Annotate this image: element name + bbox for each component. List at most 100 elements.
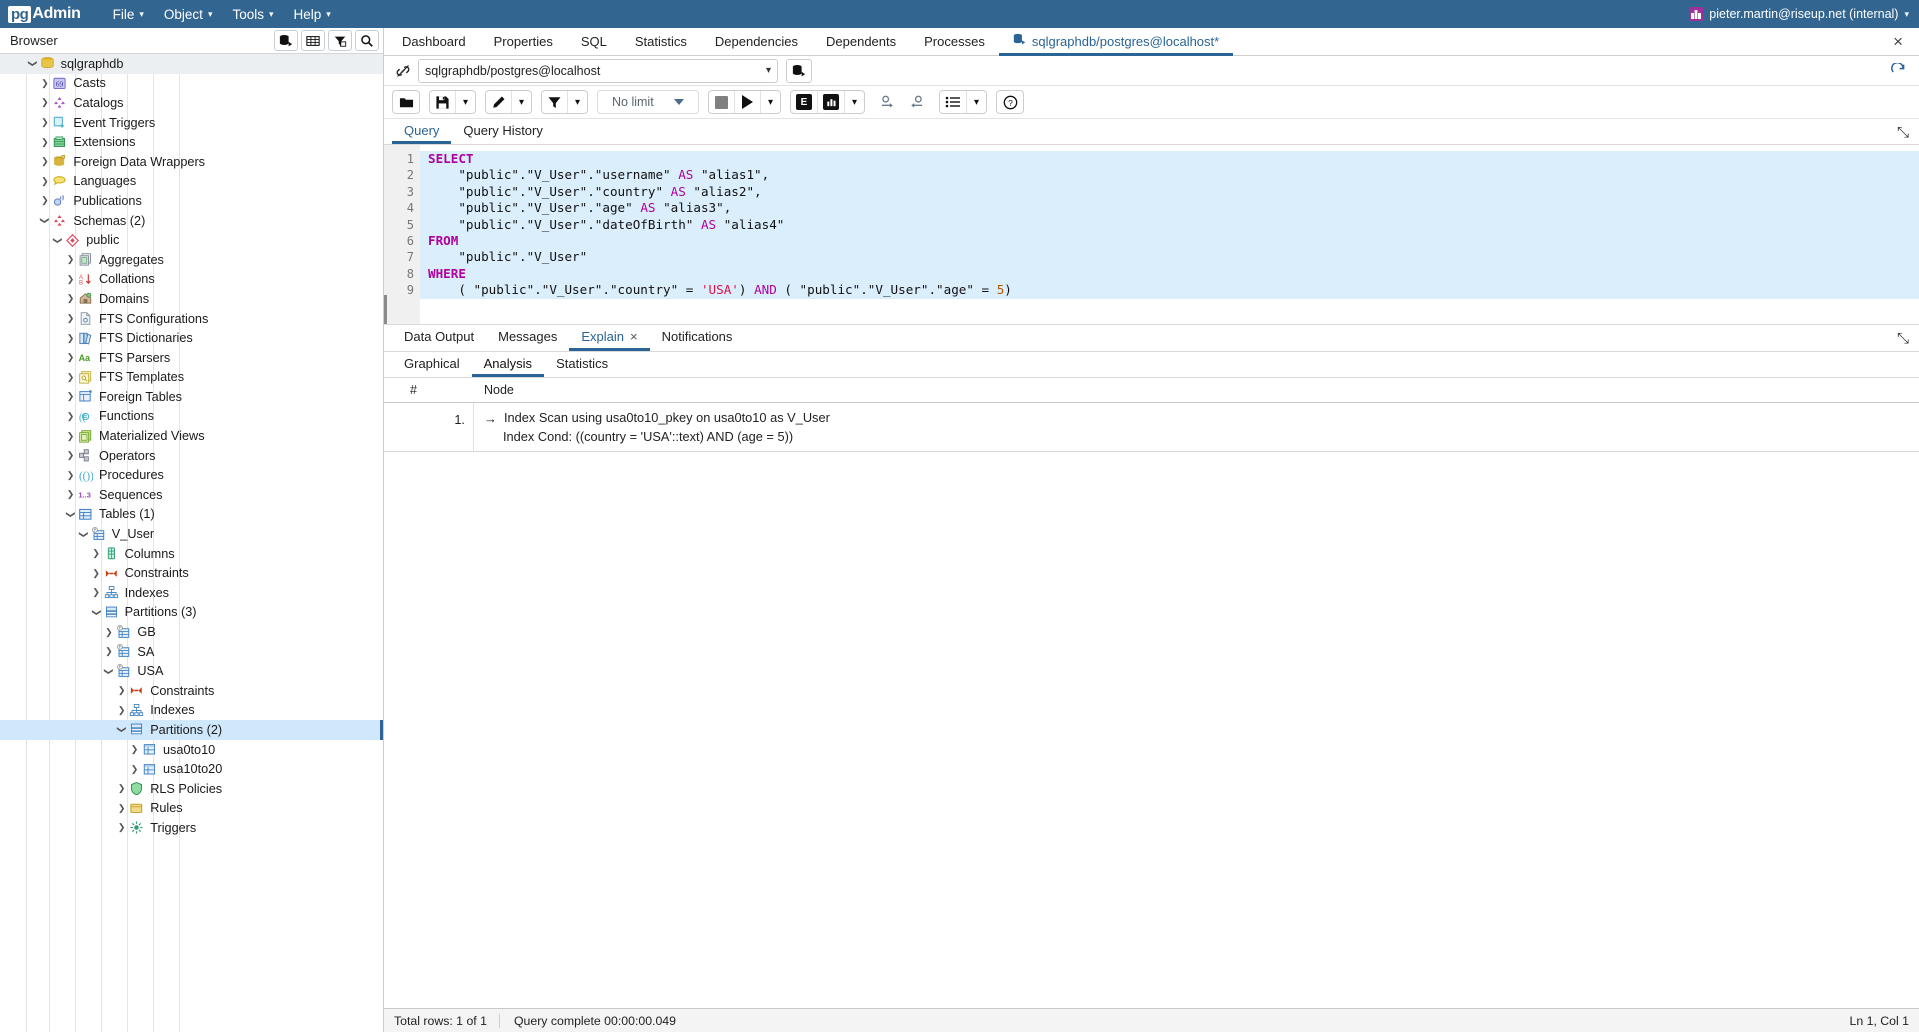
chevron-right-icon[interactable]: ❯ bbox=[64, 432, 77, 441]
tree-item-partitions-3[interactable]: ❯Partitions (3) bbox=[0, 603, 383, 623]
chevron-right-icon[interactable]: ❯ bbox=[90, 569, 103, 578]
chevron-right-icon[interactable]: ❯ bbox=[90, 549, 103, 558]
code-line[interactable]: "public"."V_User"."country" AS "alias2", bbox=[420, 184, 1919, 200]
results-tab-data-output[interactable]: Data Output bbox=[392, 325, 486, 351]
filter-icon[interactable] bbox=[328, 30, 352, 51]
menu-tools[interactable]: Tools ▾ bbox=[222, 3, 283, 26]
filter-options-caret[interactable]: ▾ bbox=[568, 91, 587, 113]
tree-item-operators[interactable]: ❯Operators bbox=[0, 446, 383, 466]
tree-item-indexes[interactable]: ❯Indexes bbox=[0, 583, 383, 603]
filter-button[interactable] bbox=[542, 91, 568, 113]
execute-button[interactable] bbox=[735, 91, 761, 113]
chevron-right-icon[interactable]: ❯ bbox=[38, 157, 51, 166]
code-line[interactable]: "public"."V_User" bbox=[420, 249, 1919, 265]
connection-select[interactable]: sqlgraphdb/postgres@localhost ▾ bbox=[418, 59, 778, 83]
code-line[interactable]: "public"."V_User"."username" AS "alias1"… bbox=[420, 167, 1919, 183]
tree-item-procedures[interactable]: ❯(())Procedures bbox=[0, 465, 383, 485]
tree-item-domains[interactable]: ❯Domains bbox=[0, 289, 383, 309]
help-button[interactable]: ? bbox=[997, 91, 1023, 113]
chevron-right-icon[interactable]: ❯ bbox=[128, 745, 141, 754]
table-row[interactable]: 1. → Index Scan using usa0to10_pkey on u… bbox=[384, 403, 1919, 452]
close-icon[interactable]: × bbox=[630, 329, 638, 344]
code-line[interactable]: "public"."V_User"."dateOfBirth" AS "alia… bbox=[420, 217, 1919, 233]
tab-statistics[interactable]: Statistics bbox=[621, 29, 701, 56]
chevron-right-icon[interactable]: ❯ bbox=[38, 118, 51, 127]
tree-item-foreign-tables[interactable]: ❯Foreign Tables bbox=[0, 387, 383, 407]
menu-object[interactable]: Object ▾ bbox=[154, 3, 223, 26]
chevron-right-icon[interactable]: ❯ bbox=[102, 647, 115, 656]
tree-item-fts-configurations[interactable]: ❯FTS Configurations bbox=[0, 309, 383, 329]
tree-item-languages[interactable]: ❯Languages bbox=[0, 172, 383, 192]
tree-item-materialized-views[interactable]: ❯Materialized Views bbox=[0, 426, 383, 446]
chevron-right-icon[interactable]: ❯ bbox=[38, 196, 51, 205]
tree-item-public[interactable]: ❯public bbox=[0, 230, 383, 250]
tab-sql[interactable]: SQL bbox=[567, 29, 621, 56]
user-menu[interactable]: pieter.martin@riseup.net (internal) ▾ bbox=[1689, 0, 1909, 28]
object-tree[interactable]: ❯sqlgraphdb❯69Casts❯Catalogs❯Event Trigg… bbox=[0, 54, 383, 1032]
rollback-button[interactable] bbox=[902, 91, 929, 113]
explain-subtab-analysis[interactable]: Analysis bbox=[472, 352, 544, 377]
edit-button[interactable] bbox=[486, 91, 512, 113]
chevron-right-icon[interactable]: ❯ bbox=[64, 334, 77, 343]
tree-item-constraints[interactable]: ❯Constraints bbox=[0, 563, 383, 583]
chevron-right-icon[interactable]: ❯ bbox=[38, 177, 51, 186]
grid-icon[interactable] bbox=[301, 30, 325, 51]
chevron-right-icon[interactable]: ❯ bbox=[64, 392, 77, 401]
edit-options-caret[interactable]: ▾ bbox=[512, 91, 531, 113]
tree-item-sqlgraphdb[interactable]: ❯sqlgraphdb bbox=[0, 54, 383, 74]
object-explorer-icon[interactable] bbox=[274, 30, 298, 51]
chevron-right-icon[interactable]: ❯ bbox=[64, 275, 77, 284]
row-limit-select[interactable]: No limit bbox=[598, 91, 698, 113]
tree-item-extensions[interactable]: ❯Extensions bbox=[0, 132, 383, 152]
tree-item-usa[interactable]: ❯PUSA bbox=[0, 661, 383, 681]
chevron-down-icon[interactable]: ❯ bbox=[117, 723, 126, 736]
results-tab-explain[interactable]: Explain× bbox=[569, 325, 649, 351]
chevron-right-icon[interactable]: ❯ bbox=[128, 765, 141, 774]
chevron-right-icon[interactable]: ❯ bbox=[115, 823, 128, 832]
editor-tab-query-history[interactable]: Query History bbox=[451, 119, 554, 144]
chevron-right-icon[interactable]: ❯ bbox=[115, 686, 128, 695]
code-line[interactable]: SELECT bbox=[420, 151, 1919, 167]
chevron-right-icon[interactable]: ❯ bbox=[102, 628, 115, 637]
code-line[interactable]: FROM bbox=[420, 233, 1919, 249]
tree-item-gb[interactable]: ❯PGB bbox=[0, 622, 383, 642]
tree-item-publications[interactable]: ❯Publications bbox=[0, 191, 383, 211]
chevron-right-icon[interactable]: ❯ bbox=[64, 314, 77, 323]
tree-item-tables-1[interactable]: ❯Tables (1) bbox=[0, 505, 383, 525]
chevron-down-icon[interactable]: ❯ bbox=[66, 508, 75, 521]
tree-item-rules[interactable]: ❯Rules bbox=[0, 799, 383, 819]
tab-dashboard[interactable]: Dashboard bbox=[388, 29, 480, 56]
tree-item-event-triggers[interactable]: ❯Event Triggers bbox=[0, 113, 383, 133]
expand-editor-icon[interactable]: ⤡ bbox=[1897, 119, 1909, 145]
tab-dependents[interactable]: Dependents bbox=[812, 29, 910, 56]
tree-item-casts[interactable]: ❯69Casts bbox=[0, 74, 383, 94]
save-options-caret[interactable]: ▾ bbox=[456, 91, 475, 113]
tree-item-sequences[interactable]: ❯1..3Sequences bbox=[0, 485, 383, 505]
explain-subtab-strip[interactable]: GraphicalAnalysisStatistics bbox=[384, 352, 1919, 378]
tree-item-fts-parsers[interactable]: ❯AaFTS Parsers bbox=[0, 348, 383, 368]
chevron-right-icon[interactable]: ❯ bbox=[64, 353, 77, 362]
macros-button[interactable] bbox=[940, 91, 967, 113]
tree-item-triggers[interactable]: ❯Triggers bbox=[0, 818, 383, 838]
commit-button[interactable] bbox=[875, 91, 902, 113]
chevron-right-icon[interactable]: ❯ bbox=[38, 79, 51, 88]
tree-item-foreign-data-wrappers[interactable]: ❯Foreign Data Wrappers bbox=[0, 152, 383, 172]
sql-code[interactable]: SELECT "public"."V_User"."username" AS "… bbox=[420, 145, 1919, 324]
link-icon[interactable] bbox=[390, 58, 416, 83]
chevron-right-icon[interactable]: ❯ bbox=[64, 373, 77, 382]
menu-file[interactable]: File ▾ bbox=[103, 3, 154, 26]
sql-editor[interactable]: 123456789 SELECT "public"."V_User"."user… bbox=[384, 145, 1919, 325]
execute-options-caret[interactable]: ▾ bbox=[761, 91, 780, 113]
chevron-down-icon[interactable]: ❯ bbox=[40, 214, 49, 227]
chevron-right-icon[interactable]: ❯ bbox=[64, 412, 77, 421]
explain-subtab-graphical[interactable]: Graphical bbox=[392, 352, 472, 377]
tree-item-columns[interactable]: ❯Columns bbox=[0, 544, 383, 564]
tree-item-collations[interactable]: ❯ABCollations bbox=[0, 270, 383, 290]
close-tab-button[interactable]: × bbox=[1889, 28, 1907, 56]
open-file-button[interactable] bbox=[393, 91, 419, 113]
code-line[interactable]: ( "public"."V_User"."country" = 'USA') A… bbox=[420, 282, 1919, 298]
chevron-down-icon[interactable]: ❯ bbox=[79, 528, 88, 541]
chevron-right-icon[interactable]: ❯ bbox=[38, 98, 51, 107]
tree-item-constraints[interactable]: ❯Constraints bbox=[0, 681, 383, 701]
tab-processes[interactable]: Processes bbox=[910, 29, 999, 56]
